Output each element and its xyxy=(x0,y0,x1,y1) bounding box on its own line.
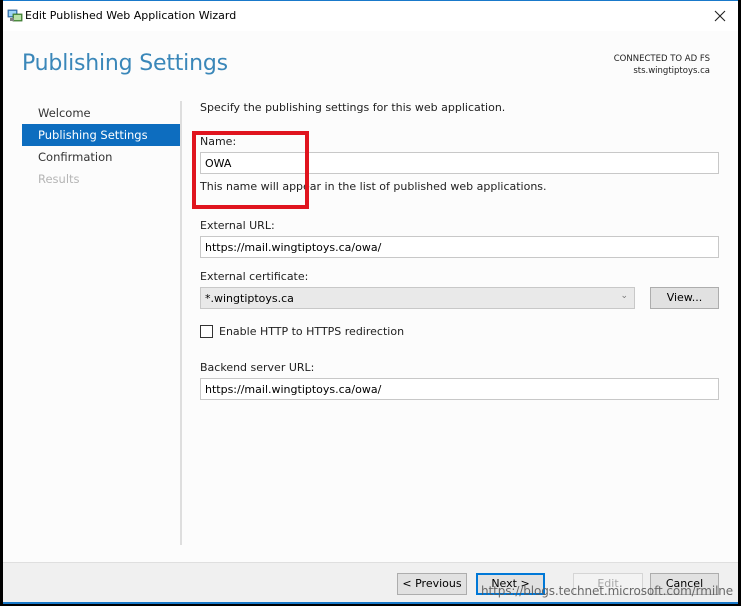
connection-status: CONNECTED TO AD FS xyxy=(613,54,710,64)
connection-info: CONNECTED TO AD FS sts.wingtiptoys.ca xyxy=(614,53,710,77)
external-certificate-value: *.wingtiptoys.ca xyxy=(205,291,294,305)
sidebar-divider xyxy=(180,101,182,545)
close-button[interactable] xyxy=(708,4,732,28)
wizard-steps: Welcome Publishing Settings Confirmation… xyxy=(22,102,180,190)
name-hint: This name will appear in the list of pub… xyxy=(200,180,547,193)
step-welcome[interactable]: Welcome xyxy=(22,102,180,124)
page-title: Publishing Settings xyxy=(22,51,228,76)
http-redirect-option[interactable]: Enable HTTP to HTTPS redirection xyxy=(200,325,404,338)
chevron-down-icon: ⌄ xyxy=(620,291,628,301)
step-confirmation[interactable]: Confirmation xyxy=(22,146,180,168)
close-icon xyxy=(714,10,726,22)
http-redirect-checkbox[interactable] xyxy=(200,325,213,338)
view-certificate-button[interactable]: View... xyxy=(650,287,719,309)
external-url-label: External URL: xyxy=(200,219,275,232)
watermark-url: https://blogs.technet.microsoft.com/rmil… xyxy=(481,584,734,598)
step-results: Results xyxy=(38,172,80,186)
previous-button[interactable]: < Previous xyxy=(397,573,467,595)
form-intro: Specify the publishing settings for this… xyxy=(200,101,506,114)
http-redirect-label: Enable HTTP to HTTPS redirection xyxy=(219,325,405,338)
external-url-input[interactable] xyxy=(200,236,719,258)
name-label: Name: xyxy=(200,135,237,148)
window-title: Edit Published Web Application Wizard xyxy=(25,9,237,22)
connection-server: sts.wingtiptoys.ca xyxy=(633,66,710,76)
step-publishing-settings[interactable]: Publishing Settings xyxy=(22,124,180,146)
title-bar: Edit Published Web Application Wizard xyxy=(3,1,738,31)
wizard-window: Edit Published Web Application Wizard Pu… xyxy=(3,0,738,604)
backend-url-input[interactable] xyxy=(200,378,719,400)
name-input[interactable] xyxy=(200,152,719,174)
external-certificate-select[interactable]: *.wingtiptoys.ca ⌄ xyxy=(200,287,635,309)
backend-url-label: Backend server URL: xyxy=(200,361,315,374)
wizard-app-icon xyxy=(7,9,23,23)
external-certificate-label: External certificate: xyxy=(200,270,309,283)
